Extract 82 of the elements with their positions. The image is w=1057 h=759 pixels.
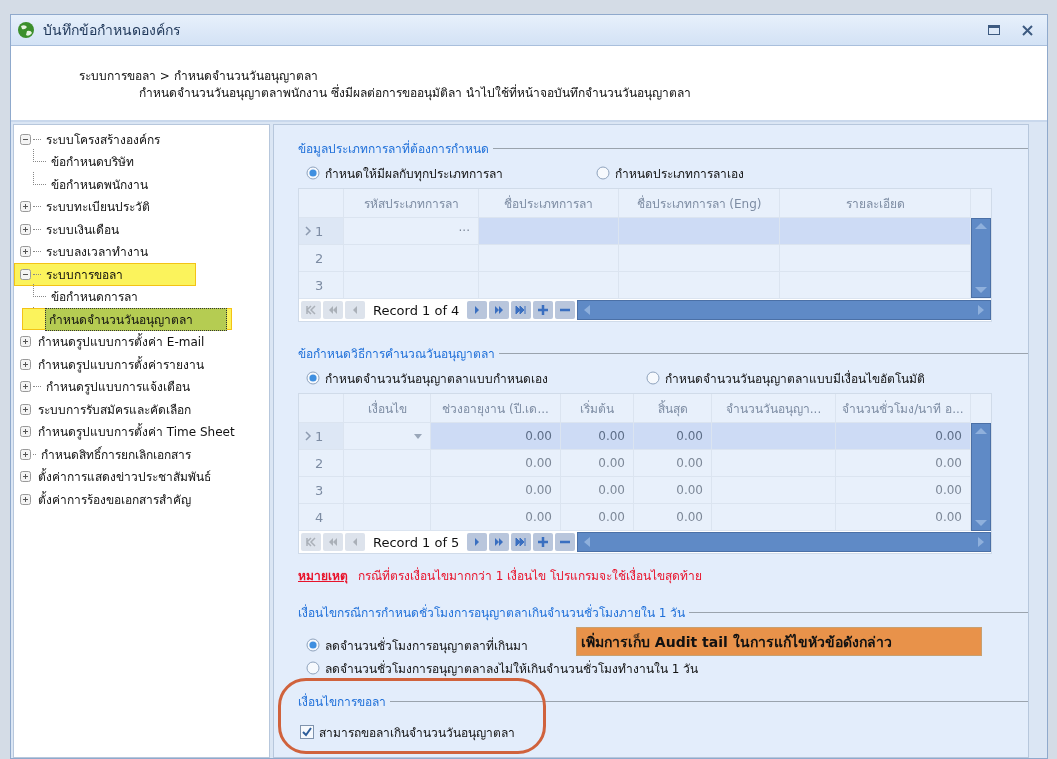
breadcrumb: ระบบการขอลา > กำหนดจำนวนวันอนุญาตลา <box>79 68 319 85</box>
expander-icon[interactable] <box>20 246 31 258</box>
note-label: หมายเหตุ <box>298 568 348 585</box>
section-title: เงื่อนไขการขอลา <box>298 692 386 711</box>
last-record-icon[interactable] <box>511 301 532 319</box>
description: กำหนดจำนวนวันอนุญาตลาพนักงาน ซึ่งมีผลต่อการขออนุมัติลา นำไปใช้ที่หน้าจอบันทึกจำนวนวันอนุญาตลา <box>138 85 692 102</box>
expander-icon[interactable] <box>20 268 31 280</box>
next-page-icon[interactable] <box>489 301 510 319</box>
tree-item[interactable]: กำหนดสิทธิ์การยกเลิกเอกสาร <box>38 443 194 465</box>
tree-item[interactable]: ระบบลงเวลาทำงาน <box>43 241 151 263</box>
last-record-icon[interactable] <box>511 533 532 551</box>
radio-option[interactable]: กำหนดจำนวนวันอนุญาตลาแบบมีเงื่อนไขอัตโนมัติ <box>646 368 925 388</box>
table-cell: ··· <box>344 218 479 245</box>
record-counter: Record 1 of 5 <box>372 534 461 550</box>
radio-option[interactable]: กำหนดให้มีผลกับทุกประเภทการลา <box>306 163 596 183</box>
current-row-icon <box>305 226 312 236</box>
checkbox-option[interactable]: สามารถขอลาเกินจำนวนวันอนุญาตลา <box>300 722 515 742</box>
radio-icon[interactable] <box>306 166 320 180</box>
radio-option[interactable]: กำหนดประเภทการลาเอง <box>596 163 744 183</box>
radio-icon[interactable] <box>306 661 320 675</box>
tree-item[interactable]: ระบบโครงสร้างองค์กร <box>43 128 163 150</box>
expander-icon[interactable] <box>20 336 31 348</box>
tree-item[interactable]: ข้อกำหนดบริษัท <box>48 151 137 173</box>
tree-item[interactable]: ระบบเงินเดือน <box>43 218 122 240</box>
next-record-icon[interactable] <box>467 301 488 319</box>
expander-icon[interactable] <box>20 471 31 483</box>
record-counter: Record 1 of 4 <box>372 302 461 318</box>
tree-item[interactable]: ระบบการรับสมัครและคัดเลือก <box>35 398 194 420</box>
annotation-callout: เพิ่มการเก็บ Audit tail ในการแก้ไขหัวข้อดังกล่าว <box>576 627 982 656</box>
maximize-icon[interactable] <box>988 25 1000 35</box>
checkbox-icon[interactable] <box>300 725 314 739</box>
remove-icon[interactable] <box>555 301 576 319</box>
table-cell: 0.00 <box>431 423 561 450</box>
table-cell: 0.00 <box>634 477 712 504</box>
expander-icon[interactable] <box>20 448 31 460</box>
expander-icon[interactable] <box>20 403 31 415</box>
radio-option[interactable]: ลดจำนวนชั่วโมงการอนุญาตลาที่เกินมา <box>306 635 528 655</box>
radio-icon[interactable] <box>306 371 320 385</box>
table-cell: 0.00 <box>561 477 634 504</box>
expander-icon[interactable] <box>20 223 31 235</box>
tree-item[interactable]: ตั้งค่าการร้องขอเอกสารสำคัญ <box>35 488 194 510</box>
tree-item[interactable]: กำหนดรูปแบบการตั้งค่ารายงาน <box>35 353 207 375</box>
tree-item[interactable]: ระบบทะเบียนประวัติ <box>43 196 153 218</box>
expander-icon[interactable] <box>20 358 31 370</box>
radio-icon[interactable] <box>596 166 610 180</box>
add-icon[interactable] <box>533 533 554 551</box>
expander-icon[interactable] <box>20 201 31 213</box>
close-icon[interactable] <box>1022 24 1033 36</box>
tree-item[interactable]: ตั้งค่าการแสดงข่าวประชาสัมพันธ์ <box>35 466 214 488</box>
expander-icon[interactable] <box>20 133 31 145</box>
radio-icon[interactable] <box>306 638 320 652</box>
tree-item[interactable]: กำหนดรูปแบบการตั้งค่า Time Sheet <box>35 421 238 443</box>
tree-item[interactable]: ระบบการขอลา <box>43 263 126 285</box>
table-cell: 0.00 <box>561 450 634 477</box>
table-cell: 0.00 <box>561 423 634 450</box>
tree-item[interactable]: กำหนดรูปแบบการแจ้งเตือน <box>43 376 193 398</box>
expander-icon[interactable] <box>20 381 31 393</box>
tree-item[interactable]: กำหนดจำนวนวันอนุญาตลา <box>45 307 227 331</box>
section-title: ข้อมูลประเภทการลาที่ต้องการกำหนด <box>298 139 489 158</box>
next-record-icon[interactable] <box>467 533 488 551</box>
add-icon[interactable] <box>533 301 554 319</box>
radio-icon[interactable] <box>646 371 660 385</box>
table-cell: 0.00 <box>634 450 712 477</box>
table-cell: 0.00 <box>634 423 712 450</box>
note-text: กรณีที่ตรงเงื่อนไขมากกว่า 1 เงื่อนไข โปรแกรมจะใช้เงื่อนไขสุดท้าย <box>358 566 703 585</box>
remove-icon[interactable] <box>555 533 576 551</box>
radio-option[interactable]: กำหนดจำนวนวันอนุญาตลาแบบกำหนดเอง <box>306 368 646 388</box>
section-title: เงื่อนไขกรณีการกำหนดชั่วโมงการอนุญาตลาเกินจำนวนชั่วโมงภายใน 1 วัน <box>298 603 686 622</box>
table-cell: 0.00 <box>836 423 971 450</box>
current-row-icon <box>305 431 312 441</box>
window-title: บันทึกข้อกำหนดองค์กร <box>43 21 181 40</box>
table-cell: 0.00 <box>431 477 561 504</box>
radio-option[interactable]: ลดจำนวนชั่วโมงการอนุญาตลาลงไม่ให้เกินจำนวนชั่วโมงทำงานใน 1 วัน <box>306 658 699 678</box>
tree-item[interactable]: กำหนดรูปแบบการตั้งค่า E-mail <box>35 331 208 353</box>
tree-item[interactable]: ข้อกำหนดพนักงาน <box>48 173 151 195</box>
expander-icon[interactable] <box>20 426 31 438</box>
globe-icon <box>17 21 35 39</box>
next-page-icon[interactable] <box>489 533 510 551</box>
table-cell: 0.00 <box>431 450 561 477</box>
section-title: ข้อกำหนดวิธีการคำนวณวันอนุญาตลา <box>298 345 495 363</box>
expander-icon[interactable] <box>20 493 31 505</box>
tree-item[interactable]: ข้อกำหนดการลา <box>48 286 141 308</box>
